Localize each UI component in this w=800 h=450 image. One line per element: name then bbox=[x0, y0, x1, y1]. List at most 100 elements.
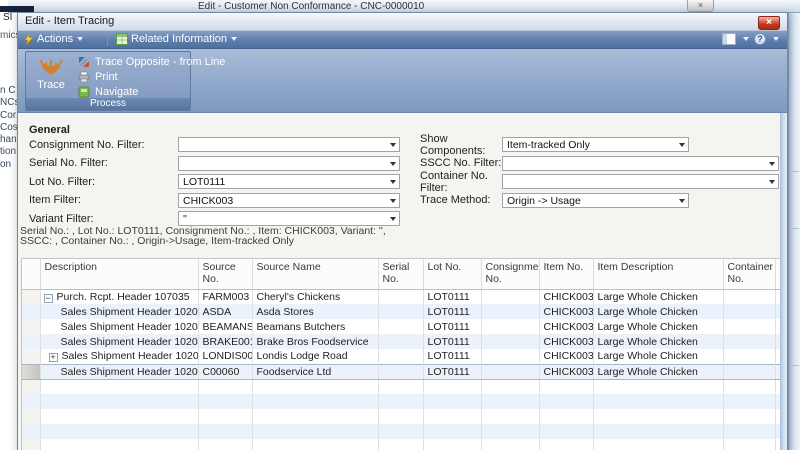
variant-filter-input[interactable]: '' bbox=[178, 211, 400, 226]
consignment-no-filter-input[interactable] bbox=[178, 137, 400, 152]
view-selector-icon bbox=[722, 33, 736, 45]
ribbon: Trace Trace Opposite - from Line Print N… bbox=[18, 49, 787, 113]
background-divider bbox=[791, 171, 799, 172]
container-no-filter-input[interactable] bbox=[502, 174, 779, 189]
field-trace-method: Trace Method: Origin -> Usage bbox=[420, 193, 779, 208]
table-row[interactable]: Sales Shipment Header 102040 BEAMANS Bea… bbox=[22, 319, 787, 334]
field-label: Show Components: bbox=[420, 133, 502, 157]
trace-label: Trace bbox=[28, 79, 74, 91]
table-row[interactable]: +Sales Shipment Header 102042 LONDIS002 … bbox=[22, 349, 787, 364]
expand-icon[interactable]: + bbox=[49, 353, 58, 362]
field-consignment-no-filter: Consignment No. Filter: bbox=[29, 137, 400, 152]
help-button[interactable]: ? bbox=[754, 31, 779, 49]
field-label: Lot No. Filter: bbox=[29, 176, 178, 188]
field-label: Consignment No. Filter: bbox=[29, 139, 178, 151]
chevron-down-icon bbox=[773, 37, 779, 41]
background-nav-item: on bbox=[0, 159, 17, 171]
print-icon bbox=[78, 71, 90, 83]
table-row[interactable]: −Purch. Rcpt. Header 107035 FARM003 Cher… bbox=[22, 289, 787, 304]
trace-opposite-button[interactable]: Trace Opposite - from Line bbox=[78, 55, 225, 70]
chevron-down-icon bbox=[231, 37, 237, 41]
combo-arrow-icon[interactable] bbox=[390, 143, 396, 147]
view-selector-button[interactable] bbox=[722, 31, 749, 49]
background-nav-item: NCs bbox=[0, 97, 17, 109]
table-row-empty bbox=[22, 409, 787, 424]
chevron-down-icon bbox=[743, 37, 749, 41]
row-selector[interactable] bbox=[22, 289, 40, 304]
close-button[interactable]: × bbox=[758, 16, 780, 30]
chevron-down-icon bbox=[77, 37, 83, 41]
background-divider bbox=[791, 228, 799, 229]
field-label: Serial No. Filter: bbox=[29, 157, 178, 169]
trace-button[interactable]: Trace bbox=[28, 53, 74, 99]
item-filter-input[interactable]: CHICK003 bbox=[178, 193, 400, 208]
navigate-icon bbox=[78, 86, 90, 98]
row-selector[interactable] bbox=[22, 364, 40, 379]
column-header-lot-no[interactable]: Lot No. bbox=[423, 259, 481, 289]
trace-results-table: Description Source No. Source Name Seria… bbox=[21, 258, 787, 450]
column-header-description[interactable]: Description bbox=[40, 259, 198, 289]
print-button[interactable]: Print bbox=[78, 70, 118, 85]
menubar-separator bbox=[107, 33, 108, 46]
trace-method-input[interactable]: Origin -> Usage bbox=[502, 193, 689, 208]
field-label: Variant Filter: bbox=[29, 213, 178, 225]
field-variant-filter: Variant Filter: '' bbox=[29, 211, 400, 226]
sscc-no-filter-input[interactable] bbox=[502, 156, 779, 171]
background-nav-item: han bbox=[0, 134, 17, 146]
combo-arrow-icon[interactable] bbox=[679, 143, 685, 147]
row-selector[interactable] bbox=[22, 349, 40, 364]
combo-arrow-icon[interactable] bbox=[390, 217, 396, 221]
combo-arrow-icon[interactable] bbox=[390, 162, 396, 166]
trace-icon bbox=[36, 58, 66, 75]
window-titlebar[interactable]: Edit - Item Tracing × bbox=[18, 13, 787, 31]
related-information-menu[interactable]: Related Information bbox=[112, 31, 241, 49]
print-label: Print bbox=[95, 71, 118, 83]
field-container-no-filter: Container No. Filter: bbox=[420, 174, 779, 189]
column-header-consignment-no[interactable]: Consignment No. bbox=[481, 259, 539, 289]
column-header-source-no[interactable]: Source No. bbox=[198, 259, 252, 289]
row-selector[interactable] bbox=[22, 304, 40, 319]
collapse-icon[interactable]: − bbox=[44, 294, 53, 303]
field-show-components: Show Components: Item-tracked Only bbox=[420, 137, 779, 152]
actions-menu[interactable]: Actions bbox=[20, 31, 87, 49]
menubar: Actions Related Information ? bbox=[18, 31, 787, 49]
combo-arrow-icon[interactable] bbox=[679, 199, 685, 203]
background-nav-item: n C bbox=[0, 85, 17, 97]
serial-no-filter-input[interactable] bbox=[178, 156, 400, 171]
combo-arrow-icon[interactable] bbox=[390, 180, 396, 184]
lightning-icon bbox=[24, 33, 34, 46]
column-header-serial-no[interactable]: Serial No. bbox=[378, 259, 423, 289]
column-header-container-no[interactable]: Container No. bbox=[723, 259, 775, 289]
table-row-selected[interactable]: Sales Shipment Header 102043 C00060 Food… bbox=[22, 364, 787, 379]
background-tab-label: SI bbox=[3, 12, 12, 23]
column-header-item-no[interactable]: Item No. bbox=[539, 259, 593, 289]
combo-arrow-icon[interactable] bbox=[769, 180, 775, 184]
row-selector[interactable] bbox=[22, 334, 40, 349]
field-sscc-no-filter: SSCC No. Filter: bbox=[420, 156, 779, 171]
column-header-source-name[interactable]: Source Name bbox=[252, 259, 378, 289]
field-lot-no-filter: Lot No. Filter: LOT0111 bbox=[29, 174, 400, 189]
column-header-item-description[interactable]: Item Description bbox=[593, 259, 723, 289]
field-label: SSCC No. Filter: bbox=[420, 157, 502, 169]
lot-no-filter-input[interactable]: LOT0111 bbox=[178, 174, 400, 189]
row-selector[interactable] bbox=[22, 319, 40, 334]
trace-opposite-icon bbox=[78, 56, 90, 68]
show-components-input[interactable]: Item-tracked Only bbox=[502, 137, 689, 152]
trace-opposite-label: Trace Opposite - from Line bbox=[95, 56, 225, 68]
process-group: Trace Trace Opposite - from Line Print N… bbox=[25, 51, 191, 111]
background-nav-item: Cos bbox=[0, 122, 17, 134]
table-row[interactable]: Sales Shipment Header 102039 ASDA Asda S… bbox=[22, 304, 787, 319]
background-nav-item: Cor bbox=[0, 110, 17, 122]
combo-arrow-icon[interactable] bbox=[769, 162, 775, 166]
background-window-right-edge bbox=[788, 13, 800, 450]
filter-fields-right: Show Components: Item-tracked Only SSCC … bbox=[420, 137, 779, 211]
window-title: Edit - Item Tracing bbox=[25, 15, 114, 27]
navigate-label: Navigate bbox=[95, 86, 138, 98]
screen: Edit - Customer Non Conformance - CNC-00… bbox=[0, 0, 800, 450]
field-label: Item Filter: bbox=[29, 194, 178, 206]
process-group-label: Process bbox=[26, 98, 190, 110]
table-row[interactable]: Sales Shipment Header 102041 BRAKE001 Br… bbox=[22, 334, 787, 349]
background-close-button[interactable]: × bbox=[687, 0, 714, 12]
combo-arrow-icon[interactable] bbox=[390, 199, 396, 203]
help-icon: ? bbox=[754, 33, 766, 45]
